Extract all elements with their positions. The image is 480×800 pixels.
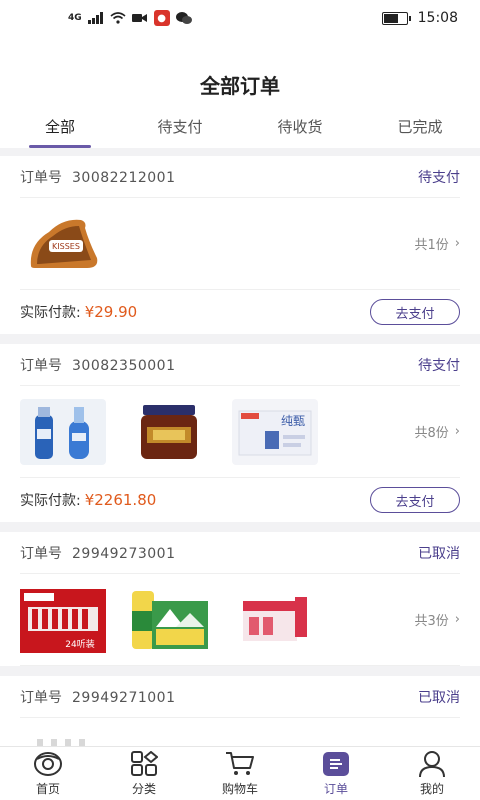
video-icon xyxy=(131,14,147,22)
pay-button[interactable]: 去支付 xyxy=(370,487,460,513)
tabbar-label: 首页 xyxy=(35,782,60,796)
order-header: 订单号 29949273001 已取消 xyxy=(20,532,460,574)
order-items[interactable]: 24听装 共3份 › xyxy=(20,574,460,666)
order-number-label: 订单号 xyxy=(20,545,62,562)
clock: 15:08 xyxy=(417,10,458,26)
order-number: 29949271001 xyxy=(72,689,176,706)
tab-pending-receipt[interactable]: 待收货 xyxy=(240,116,360,148)
tabbar-profile[interactable]: 我的 xyxy=(384,747,480,800)
order-status: 已取消 xyxy=(418,689,460,706)
chevron-right-icon: › xyxy=(454,236,460,251)
pay-button[interactable]: 去支付 xyxy=(370,299,460,325)
signal-icon xyxy=(87,12,103,24)
product-thumbnail[interactable] xyxy=(126,587,212,653)
product-thumbnail[interactable] xyxy=(232,587,318,653)
home-icon xyxy=(33,750,63,778)
order-header: 订单号 30082350001 待支付 xyxy=(20,344,460,386)
order-status: 已取消 xyxy=(418,545,460,562)
tab-all[interactable]: 全部 xyxy=(0,116,120,148)
product-thumbnail[interactable]: 24听装 xyxy=(20,587,106,653)
paid-label: 实际付款: xyxy=(20,305,81,321)
product-thumbnail[interactable] xyxy=(126,399,212,465)
order-number-label: 订单号 xyxy=(20,357,62,374)
product-thumbnail[interactable]: KISSES xyxy=(20,211,106,277)
chevron-right-icon: › xyxy=(454,612,460,627)
paid-amount: ¥2261.80 xyxy=(84,491,157,509)
order-items[interactable]: 纯甄 共8份 › xyxy=(20,386,460,478)
wechat-icon xyxy=(175,12,192,24)
tab-pending-payment[interactable]: 待支付 xyxy=(120,116,240,148)
order-number-label: 订单号 xyxy=(20,169,62,186)
order-header: 订单号 29949271001 已取消 xyxy=(20,676,460,718)
order-footer: 实际付款: ¥29.90 去支付 xyxy=(20,290,460,334)
item-count: 共8份 › xyxy=(414,424,460,441)
order-status: 待支付 xyxy=(418,357,460,374)
paid-label: 实际付款: xyxy=(20,493,81,509)
tab-completed[interactable]: 已完成 xyxy=(360,116,480,148)
tabbar-label: 我的 xyxy=(419,782,444,796)
tabbar-cart[interactable]: 购物车 xyxy=(192,747,288,800)
order-number: 29949273001 xyxy=(72,545,176,562)
order-number: 30082350001 xyxy=(72,357,176,374)
tabbar-orders[interactable]: 订单 xyxy=(288,747,384,800)
order-footer: 实际付款: ¥2261.80 去支付 xyxy=(20,478,460,522)
mic-icon: ● xyxy=(153,10,170,26)
bottom-tab-bar: 首页 分类 购物车 订单 我的 xyxy=(0,746,480,800)
wifi-icon xyxy=(110,12,126,24)
tabbar-category[interactable]: 分类 xyxy=(96,747,192,800)
order-number-label: 订单号 xyxy=(20,689,62,706)
order-list: 订单号 30082212001 待支付 KISSES 共1份 › 实际付款: ¥29.… xyxy=(0,156,480,800)
order-status: 待支付 xyxy=(418,169,460,186)
page-title: 全部订单 xyxy=(200,74,280,98)
paid-amount: ¥29.90 xyxy=(84,303,138,321)
order-card: 订单号 30082212001 待支付 KISSES 共1份 › 实际付款: ¥29.… xyxy=(0,156,480,334)
tabbar-label: 分类 xyxy=(131,782,156,796)
item-count: 共3份 › xyxy=(414,612,460,629)
chevron-right-icon: › xyxy=(454,424,460,439)
network-indicator: 4G xyxy=(68,13,82,23)
kisses-label: KISSES xyxy=(52,242,80,251)
header: 全部订单 全部 待支付 待收货 已完成 xyxy=(0,36,480,148)
profile-icon xyxy=(417,750,447,778)
orders-icon xyxy=(321,750,351,778)
status-icons: 4G ● xyxy=(68,10,192,26)
order-items[interactable]: KISSES 共1份 › xyxy=(20,198,460,290)
order-card: 订单号 30082350001 待支付 纯甄 共8份 › 实际付款: ¥2261… xyxy=(0,344,480,522)
order-card: 订单号 29949273001 已取消 24听装 共3份 › xyxy=(0,532,480,666)
milk-brand-label: 纯甄 xyxy=(281,414,305,428)
tabbar-label: 购物车 xyxy=(221,782,258,796)
order-header: 订单号 30082212001 待支付 xyxy=(20,156,460,198)
tabbar-home[interactable]: 首页 xyxy=(0,747,96,800)
battery-icon xyxy=(381,11,411,25)
tabbar-label: 订单 xyxy=(323,782,348,796)
product-thumbnail[interactable] xyxy=(20,398,106,465)
order-number: 30082212001 xyxy=(72,169,176,186)
order-tabs: 全部 待支付 待收货 已完成 xyxy=(0,116,480,148)
category-icon xyxy=(129,750,159,778)
case-size-label: 24听装 xyxy=(65,638,94,650)
product-thumbnail[interactable]: 纯甄 xyxy=(232,398,318,465)
status-bar: 4G ● 15:08 xyxy=(0,0,480,36)
cart-icon xyxy=(225,750,255,778)
item-count: 共1份 › xyxy=(414,236,460,253)
